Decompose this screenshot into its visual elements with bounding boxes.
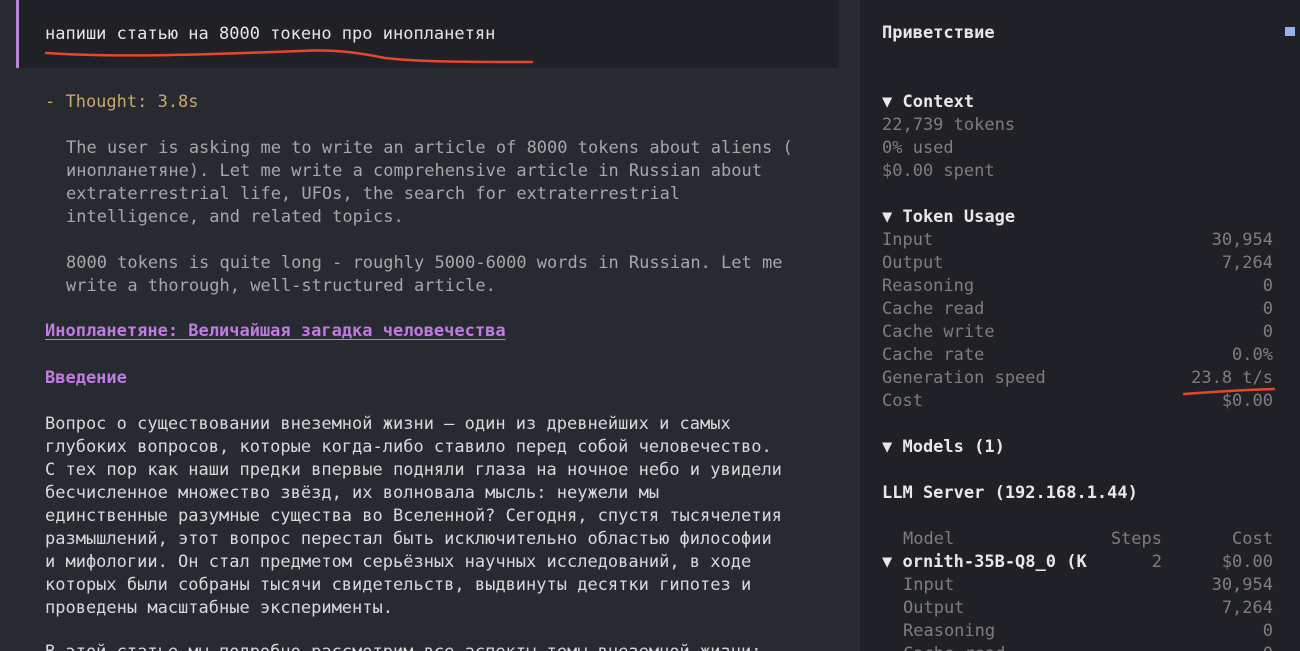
reasoning-line: The user is asking me to write an articl…	[66, 138, 793, 158]
generation-speed-row: Generation speed 23.8 t/s	[882, 367, 1273, 390]
article-paragraph-line: размышлений, этот вопрос перестал быть и…	[45, 529, 772, 549]
token-usage-row: Input 30,954	[882, 229, 1273, 252]
token-usage-row: Cost $0.00	[882, 390, 1273, 413]
token-usage-value: 0.0%	[1232, 345, 1273, 365]
token-usage-section-toggle[interactable]: ▼ Token Usage	[882, 206, 1015, 229]
token-usage-label: Generation speed	[882, 368, 1046, 388]
article-title-link[interactable]: Инопланетяне: Величайшая загадка человеч…	[45, 320, 506, 343]
column-steps: Steps	[1110, 529, 1162, 549]
scrollbar-track[interactable]	[1284, 0, 1300, 651]
model-detail-label: Cache read	[903, 643, 1005, 651]
models-section-toggle[interactable]: ▼ Models (1)	[882, 436, 1005, 459]
model-steps: 2	[1151, 552, 1162, 572]
model-cost: $0.00	[1221, 552, 1273, 572]
models-table-header: Model Steps Cost	[903, 528, 1273, 551]
token-usage-label: Input	[882, 230, 934, 250]
article-paragraph-line: проведены масштабные эксперименты.	[45, 598, 393, 618]
article-paragraph-line: С тех пор как наши предки впервые поднял…	[45, 460, 782, 480]
reasoning-line: intelligence, and related topics.	[66, 207, 404, 227]
token-usage-row: Output 7,264	[882, 252, 1273, 275]
token-usage-label: Cache read	[882, 299, 985, 319]
context-section-toggle[interactable]: ▼ Context	[882, 91, 974, 114]
server-name: LLM Server (192.168.1.44)	[882, 483, 1138, 503]
token-usage-label: Reasoning	[882, 276, 975, 296]
article-paragraph-line: и мифологии. Он стал предметом серьёзных…	[45, 552, 752, 572]
model-detail-row: Output 7,264	[903, 597, 1273, 620]
model-detail-value: 7,264	[1221, 598, 1273, 618]
article-paragraph-line: бесчисленное множество звёзд, их волнова…	[45, 483, 660, 503]
chat-transcript[interactable]: напиши статью на 8000 токено про иноплан…	[0, 0, 860, 651]
token-usage-value: 30,954	[1211, 230, 1273, 250]
token-usage-row: Reasoning 0	[882, 275, 1273, 298]
thought-toggle[interactable]: - Thought: 3.8s	[45, 91, 199, 114]
app-window: напиши статью на 8000 токено про иноплан…	[0, 0, 1300, 651]
reasoning-line: 8000 tokens is quite long - roughly 5000…	[66, 253, 783, 273]
context-spent: $0.00 spent	[882, 161, 995, 181]
reasoning-line: write a thorough, well-structured articl…	[66, 276, 496, 296]
token-usage-row: Cache write 0	[882, 321, 1273, 344]
article-paragraph-line: единственные разумные существа во Вселен…	[45, 506, 782, 526]
model-detail-row: Reasoning 0	[903, 620, 1273, 643]
reasoning-line: extraterrestrial life, UFOs, the search …	[66, 184, 681, 204]
model-detail-label: Reasoning	[903, 621, 996, 641]
session-title: Приветствие	[882, 23, 995, 43]
token-usage-value: 0	[1262, 299, 1273, 319]
token-usage-row: Cache read 0	[882, 298, 1273, 321]
info-sidebar: Приветствие ▼ Context 22,739 tokens 0% u…	[860, 0, 1284, 651]
model-detail-value: 0	[1263, 643, 1273, 651]
article-paragraph-line: глубоких вопросов, которые когда-либо ст…	[45, 437, 772, 457]
token-usage-value: 0	[1262, 322, 1273, 342]
generation-speed-value: 23.8 t/s	[1191, 368, 1273, 388]
model-name: ▼ ornith-35B-Q8_0 (K	[882, 552, 1087, 572]
user-message-text: напиши статью на 8000 токено про иноплан…	[45, 24, 496, 44]
token-usage-row: Cache rate 0.0%	[882, 344, 1273, 367]
model-detail-row: Input 30,954	[903, 574, 1273, 597]
model-detail-value: 0	[1262, 621, 1273, 641]
reasoning-line: инопланетяне). Let me write a comprehens…	[66, 161, 762, 181]
model-row-toggle[interactable]: ▼ ornith-35B-Q8_0 (K 2 $0.00	[882, 551, 1273, 574]
token-usage-label: Cache rate	[882, 345, 985, 365]
model-detail-row: Cache read 0	[903, 643, 1273, 651]
context-used: 0% used	[882, 138, 954, 158]
article-paragraph-line: которых были собраны тысячи свидетельств…	[45, 575, 752, 595]
user-message[interactable]: напиши статью на 8000 токено про иноплан…	[16, 0, 839, 68]
model-detail-value: 30,954	[1211, 575, 1273, 595]
column-cost: Cost	[1232, 529, 1273, 549]
scrollbar-thumb[interactable]	[1285, 27, 1295, 36]
token-usage-label: Cost	[882, 391, 923, 411]
token-usage-value: $0.00	[1221, 391, 1273, 411]
section-heading: Введение	[45, 368, 127, 388]
context-tokens: 22,739 tokens	[882, 115, 1016, 135]
model-detail-label: Input	[903, 575, 955, 595]
article-paragraph-line: Вопрос о существовании внеземной жизни —…	[45, 414, 731, 434]
token-usage-label: Output	[882, 253, 944, 273]
token-usage-value: 0	[1262, 276, 1273, 296]
article-paragraph-line: В этой статье мы подробно рассмотрим все…	[45, 641, 761, 651]
column-model: Model	[903, 529, 955, 549]
model-detail-label: Output	[903, 598, 965, 618]
token-usage-value: 7,264	[1221, 253, 1273, 273]
token-usage-label: Cache write	[882, 322, 995, 342]
